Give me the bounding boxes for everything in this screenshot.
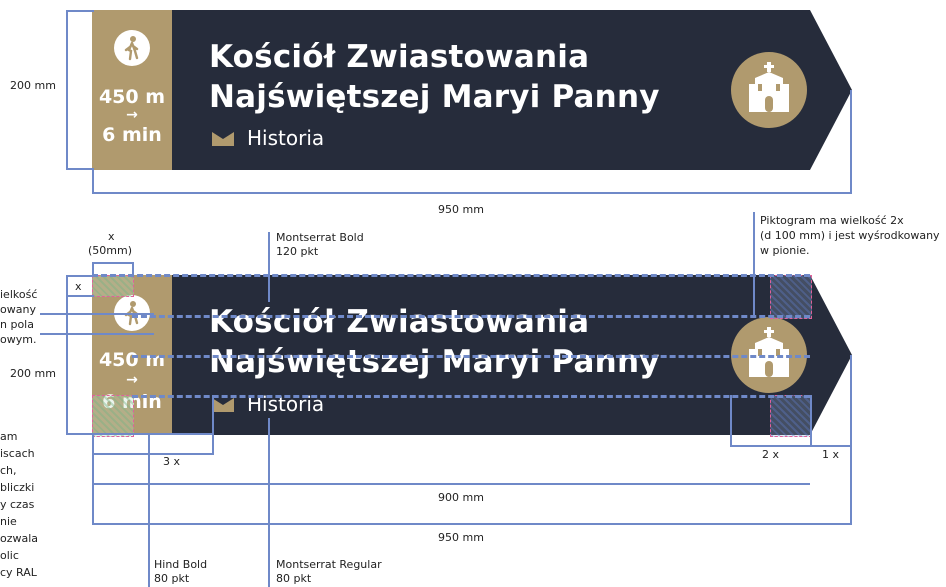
left-note-top-3: n pola	[0, 318, 34, 331]
guide-line	[132, 315, 810, 318]
dim-line	[92, 483, 810, 485]
dim-line	[730, 395, 732, 447]
pictogram-note-line2: (d 100 mm) i jest wyśrodkowany	[760, 229, 940, 242]
distance-label: 450 m	[98, 349, 166, 371]
dim-line	[66, 168, 94, 170]
montserrat-bold-label: Montserrat Bold	[276, 231, 364, 244]
dim-line	[66, 295, 94, 297]
dim-line	[92, 435, 94, 525]
pictogram-note-line1: Piktogram ma wielkość 2x	[760, 214, 904, 227]
dim-line	[850, 355, 852, 525]
sign-bottom-title-line2: Najświętszej Maryi Panny	[209, 344, 660, 380]
dim-line	[268, 418, 270, 587]
height-top-label: 200 mm	[10, 79, 56, 92]
left-note-bottom-9: cy RAL	[0, 566, 37, 579]
dim-line	[40, 333, 154, 335]
hind-bold-size: 80 pkt	[154, 572, 190, 585]
dim-line	[753, 212, 755, 317]
dim-line	[66, 10, 94, 12]
dim-line	[92, 192, 852, 194]
dim-line	[66, 10, 68, 170]
three-x-label: 3 x	[163, 455, 181, 468]
margin-marker	[92, 275, 134, 297]
montserrat-regular-size: 80 pkt	[276, 572, 312, 585]
guide-line	[92, 274, 810, 277]
time-label: 6 min	[102, 124, 162, 146]
dim-line	[730, 445, 852, 447]
dim-line	[850, 90, 852, 194]
arrow-label: →	[126, 107, 138, 123]
sign-top-title-line1: Kościół Zwiastowania	[209, 39, 590, 75]
montserrat-regular-label: Montserrat Regular	[276, 558, 382, 571]
hind-bold-label: Hind Bold	[154, 558, 208, 571]
book-icon	[212, 130, 234, 150]
sign-bottom-arrow-tip	[810, 275, 852, 435]
dim-line	[92, 453, 214, 455]
dim-line	[132, 262, 134, 276]
dim-line	[40, 313, 154, 315]
arrow-label: →	[126, 372, 138, 388]
left-note-top-1: ielkość	[0, 288, 38, 301]
dim-line	[148, 435, 150, 587]
dim-line	[66, 275, 68, 435]
dim-line	[268, 232, 270, 302]
guide-line	[132, 355, 810, 358]
dim-line	[92, 262, 94, 276]
height-bottom-label: 200 mm	[10, 367, 56, 380]
width-top-label: 950 mm	[438, 203, 484, 216]
margin-marker	[770, 395, 812, 437]
x-label: x	[108, 230, 115, 243]
one-x-label: 1 x	[822, 448, 840, 461]
margin-marker	[770, 275, 812, 319]
x-mm-label: (50mm)	[88, 244, 133, 257]
montserrat-bold-size: 120 pkt	[276, 245, 319, 258]
left-note-bottom-8: olic	[0, 549, 19, 562]
width-900-label: 900 mm	[438, 491, 484, 504]
width-950-label: 950 mm	[438, 531, 484, 544]
church-icon	[731, 52, 807, 128]
dim-line	[66, 433, 214, 435]
dim-line	[66, 275, 94, 277]
book-icon	[212, 396, 234, 416]
left-note-bottom-3: ch,	[0, 464, 17, 477]
dim-line	[92, 170, 94, 194]
sign-top-title-line2: Najświętszej Maryi Panny	[209, 79, 660, 115]
distance-label: 450 m	[98, 86, 166, 108]
left-note-top-4: owym.	[0, 333, 37, 346]
left-note-top-2: owany	[0, 303, 36, 316]
dim-line	[92, 262, 134, 264]
dim-line	[92, 523, 852, 525]
left-note-bottom-2: iscach	[0, 447, 35, 460]
margin-marker	[92, 395, 134, 437]
left-note-bottom-1: am	[0, 430, 18, 443]
sign-top-category: Historia	[247, 126, 325, 150]
left-note-bottom-4: bliczki	[0, 481, 35, 494]
pictogram-note-line3: w pionie.	[760, 244, 810, 257]
left-note-bottom-7: ozwala	[0, 532, 39, 545]
x-small-label: x	[75, 280, 82, 293]
guide-line	[132, 395, 810, 398]
sign-bottom-title-line1: Kościół Zwiastowania	[209, 304, 590, 340]
dim-line	[810, 395, 812, 447]
dim-line	[212, 395, 214, 455]
pedestrian-icon	[114, 30, 150, 66]
sign-top-arrow-tip	[810, 10, 852, 170]
left-note-bottom-6: nie	[0, 515, 17, 528]
left-note-bottom-5: y czas	[0, 498, 35, 511]
two-x-label: 2 x	[762, 448, 780, 461]
